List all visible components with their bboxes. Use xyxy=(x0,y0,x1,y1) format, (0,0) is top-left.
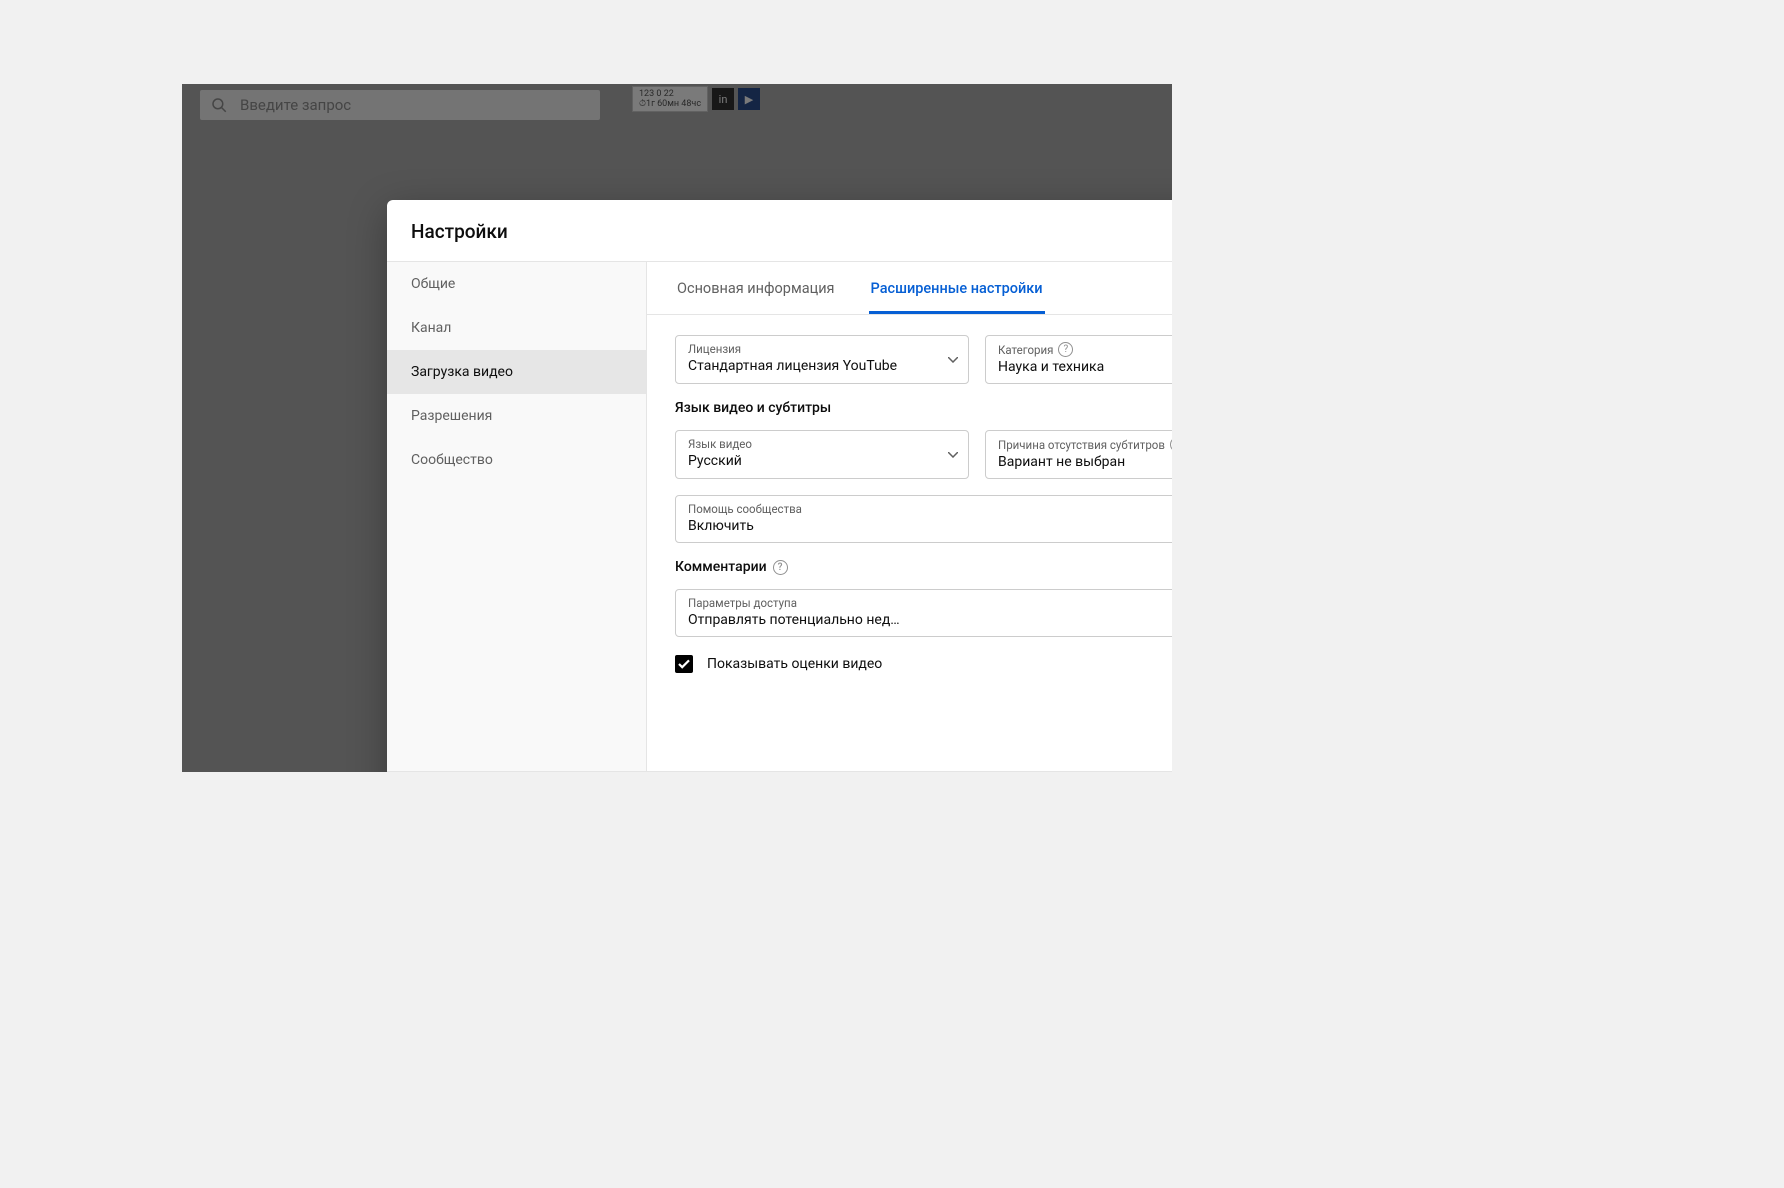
caption-reason-dropdown[interactable]: Причина отсутствия субтитров ? Вариант н… xyxy=(985,430,1172,479)
section-comments-title: Комментарии ? xyxy=(675,559,1172,575)
caption-reason-label: Причина отсутствия субтитров ? xyxy=(998,437,1172,452)
license-dropdown[interactable]: Лицензия Стандартная лицензия YouTube xyxy=(675,335,969,384)
help-icon[interactable]: ? xyxy=(773,560,788,575)
show-ratings-checkbox[interactable] xyxy=(675,655,693,673)
tab-advanced-settings[interactable]: Расширенные настройки xyxy=(869,262,1045,314)
comment-access-dropdown[interactable]: Параметры доступа Отправлять потенциальн… xyxy=(675,589,1172,637)
sidebar-item-general[interactable]: Общие xyxy=(387,262,646,306)
category-value: Наука и техника xyxy=(998,359,1172,375)
video-language-label: Язык видео xyxy=(688,437,932,451)
background-app: Введите запрос 123 0 22⏱1г 60мн 48чс in … xyxy=(182,84,1172,772)
settings-content-scroll[interactable]: Основная информация Расширенные настройк… xyxy=(647,262,1172,771)
community-help-label: Помощь сообщества xyxy=(688,502,1172,516)
settings-sidebar: Общие Канал Загрузка видео Разрешения Со… xyxy=(387,262,647,771)
sidebar-item-community[interactable]: Сообщество xyxy=(387,438,646,482)
video-language-dropdown[interactable]: Язык видео Русский xyxy=(675,430,969,479)
license-value: Стандартная лицензия YouTube xyxy=(688,358,932,374)
community-help-dropdown[interactable]: Помощь сообщества Включить xyxy=(675,495,1172,543)
license-label: Лицензия xyxy=(688,342,932,356)
category-label: Категория ? xyxy=(998,342,1172,357)
caption-reason-value: Вариант не выбран xyxy=(998,454,1172,470)
check-icon xyxy=(677,657,691,671)
comment-access-value: Отправлять потенциально нед… xyxy=(688,612,1172,628)
show-ratings-label: Показывать оценки видео xyxy=(707,656,882,672)
help-icon[interactable]: ? xyxy=(1058,342,1073,357)
tab-basic-info[interactable]: Основная информация xyxy=(675,262,837,314)
dialog-title: Настройки xyxy=(387,200,1172,261)
community-help-value: Включить xyxy=(688,518,1172,534)
sidebar-item-upload[interactable]: Загрузка видео xyxy=(387,350,646,394)
category-dropdown[interactable]: Категория ? Наука и техника xyxy=(985,335,1172,384)
help-icon[interactable]: ? xyxy=(1170,437,1172,452)
settings-tabs: Основная информация Расширенные настройк… xyxy=(647,262,1172,315)
sidebar-item-channel[interactable]: Канал xyxy=(387,306,646,350)
chevron-down-icon xyxy=(948,357,958,363)
section-language-title: Язык видео и субтитры xyxy=(675,400,1172,416)
settings-dialog: Настройки Общие Канал Загрузка видео Раз… xyxy=(387,200,1172,772)
video-language-value: Русский xyxy=(688,453,932,469)
chevron-down-icon xyxy=(948,452,958,458)
sidebar-item-permissions[interactable]: Разрешения xyxy=(387,394,646,438)
comment-access-label: Параметры доступа xyxy=(688,596,1172,610)
